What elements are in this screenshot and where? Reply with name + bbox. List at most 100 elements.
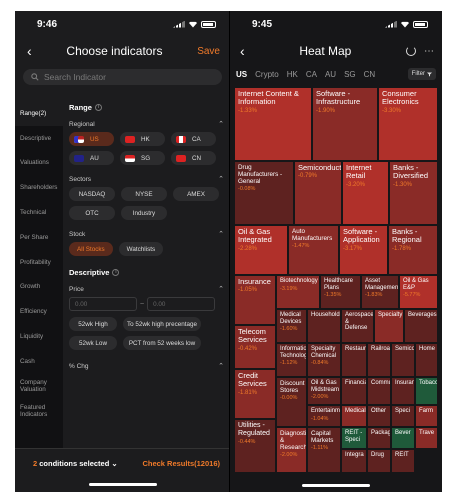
heatmap-tile-diagnostics-research[interactable]: Diagnostics & Research-2.00% (276, 427, 307, 473)
heatmap-tile-financial[interactable]: Financial (341, 377, 367, 405)
heatmap-tile-insurance[interactable]: Insurance (391, 377, 415, 405)
heatmap-tile-drug[interactable]: Drug (367, 449, 391, 473)
collapse-icon[interactable]: ⌃ (218, 285, 224, 293)
heatmap-tile-integra[interactable]: Integra (341, 449, 367, 473)
heatmap-tile-oil-gas-e-p[interactable]: Oil & Gas E&P -5.77% (399, 275, 438, 309)
sector-chip-nasdaq[interactable]: NASDAQ (69, 187, 115, 201)
stock-chip-all-stocks[interactable]: All Stocks (69, 242, 113, 256)
heatmap-tile-healthcare-plans[interactable]: Healthcare Plans -1.35% (320, 275, 361, 309)
collapse-icon[interactable]: ⌃ (218, 362, 224, 370)
heatmap-tile-discount-stores[interactable]: Discount Stores -0.00% (276, 377, 307, 427)
heatmap-tile-drug-manufacturers-general[interactable]: Drug Manufacturers - General -0.08% (234, 161, 294, 225)
price-chip-52wk-high[interactable]: 52wk High (69, 317, 117, 331)
price-chip-52wk-low[interactable]: 52wk Low (69, 336, 117, 350)
region-chip-sg[interactable]: SG (120, 151, 165, 165)
heatmap-tile-beverages[interactable]: Beverages (404, 309, 438, 343)
sector-chip-amex[interactable]: AMEX (173, 187, 219, 201)
tab-cn[interactable]: CN (364, 70, 376, 79)
search-input[interactable]: Search Indicator (23, 69, 222, 85)
heatmap-tile-semiconductors[interactable]: Semiconductors-0.79% (294, 161, 342, 225)
heatmap-tile-semiconductor[interactable]: Semiconductor (391, 343, 415, 377)
heatmap-tile-restaurants[interactable]: Restaurants (341, 343, 367, 377)
back-arrow-icon[interactable]: ‹ (27, 43, 32, 59)
sector-chip-nyse[interactable]: NYSE (121, 187, 167, 201)
heatmap-tile-medical-devices[interactable]: Medical Devices -1.60% (276, 309, 307, 343)
tab-hk[interactable]: HK (287, 70, 298, 79)
heatmap-tile-home[interactable]: Home (415, 343, 438, 377)
filter-button[interactable]: Filter (407, 68, 436, 80)
check-results-button[interactable]: Check Results(12016) (142, 459, 220, 468)
sidebar-item-growth[interactable]: Growth (15, 275, 63, 300)
tab-sg[interactable]: SG (344, 70, 356, 79)
tab-us[interactable]: US (236, 70, 247, 79)
sidebar-item-featured-indicators[interactable]: Featured Indicators (15, 399, 63, 424)
heatmap-tile-oil-gas-midstream[interactable]: Oil & Gas Midstream -2.00% (307, 377, 341, 405)
price-chip-pct-from-52-weeks-low[interactable]: PCT from 52 weeks low (123, 336, 201, 350)
heatmap-tile-internet-content-information[interactable]: Internet Content & Information -1.33% (234, 87, 312, 161)
sector-chip-industry[interactable]: Industry (121, 206, 167, 220)
heatmap-tile-trave[interactable]: Trave (415, 427, 438, 449)
sidebar-item-profitability[interactable]: Profitability (15, 250, 63, 275)
sidebar-item-descriptive[interactable]: Descriptive (15, 126, 63, 151)
heatmap-tile-banks-diversified[interactable]: Banks - Diversified -1.30% (389, 161, 438, 225)
tab-crypto[interactable]: Crypto (255, 70, 279, 79)
heatmap-tile-speci[interactable]: Speci (391, 405, 415, 427)
save-button[interactable]: Save (197, 46, 220, 57)
region-chip-ca[interactable]: CA (171, 132, 216, 146)
sidebar-item-liquidity[interactable]: Liquidity (15, 324, 63, 349)
heatmap-tile-reit[interactable]: REIT (391, 449, 415, 473)
sidebar-item-company-valuation[interactable]: Company Valuation (15, 374, 63, 399)
heatmap-tile-household[interactable]: Household (307, 309, 341, 343)
heatmap-tile-biotechnology[interactable]: Biotechnology -3.19% (276, 275, 320, 309)
sidebar-item-range-2[interactable]: Range(2) (15, 101, 63, 126)
heatmap-tile-medical[interactable]: Medical (341, 405, 367, 427)
sector-chip-otc[interactable]: OTC (69, 206, 115, 220)
heatmap-tile-information-technology[interactable]: Information Technology-1.12% (276, 343, 307, 377)
heatmap-tile-bever[interactable]: Bever (391, 427, 415, 449)
collapse-icon[interactable]: ⌃ (218, 175, 224, 183)
heatmap-tile-telecom-services[interactable]: Telecom Services -0.42% (234, 325, 276, 369)
info-icon[interactable]: i (94, 104, 102, 111)
heatmap-tile-software-application[interactable]: Software - Application -3.17% (339, 225, 388, 275)
heatmap-tile-other[interactable]: Other (367, 405, 391, 427)
heatmap-tile-insurance[interactable]: Insurance -1.05% (234, 275, 276, 325)
price-max-input[interactable]: 0.00 (147, 297, 216, 311)
heatmap-tile-reit-speci[interactable]: REIT - Speci (341, 427, 367, 449)
info-icon[interactable]: i (112, 269, 120, 276)
tab-ca[interactable]: CA (306, 70, 317, 79)
heatmap-tile-internet-retail[interactable]: Internet Retail -3.20% (342, 161, 389, 225)
heatmap-tile-specialty-chemical[interactable]: Specialty Chemical -0.84% (307, 343, 341, 377)
heatmap-tile-auto-manufacturers[interactable]: Auto Manufacturers -1.47% (288, 225, 339, 275)
sidebar-item-valuations[interactable]: Valuations (15, 151, 63, 176)
heatmap-tile-oil-gas-integrated[interactable]: Oil & Gas Integrated -2.28% (234, 225, 288, 275)
heatmap-tile-packag[interactable]: Packag (367, 427, 391, 449)
heatmap-tile-asset-management[interactable]: Asset Management -1.83% (361, 275, 399, 309)
region-chip-au[interactable]: AU (69, 151, 114, 165)
region-chip-cn[interactable]: CN (171, 151, 216, 165)
sidebar-item-efficiency[interactable]: Efficiency (15, 299, 63, 324)
tab-au[interactable]: AU (325, 70, 336, 79)
price-chip-to-52wk-high-precentage[interactable]: To 52wk high precentage (123, 317, 201, 331)
refresh-icon[interactable] (405, 46, 416, 56)
heatmap-tile-entertainment[interactable]: Entertainment-1.04% (307, 405, 341, 427)
heatmap-tile-banks-regional[interactable]: Banks - Regional -1.78% (388, 225, 438, 275)
heatmap-tile-specialty[interactable]: Specialty (374, 309, 404, 343)
back-arrow-icon[interactable]: ‹ (240, 43, 245, 59)
region-chip-us[interactable]: US (69, 132, 114, 146)
heatmap-tile-tobacco[interactable]: Tobacco (415, 377, 438, 405)
heatmap-tile-software-infrastructure[interactable]: Software - Infrastructure -1.90% (312, 87, 378, 161)
sidebar-item-cash[interactable]: Cash (15, 349, 63, 374)
collapse-icon[interactable]: ⌃ (218, 230, 224, 238)
stock-chip-watchlists[interactable]: Watchlists (118, 242, 164, 256)
heatmap-tile-credit-services[interactable]: Credit Services -1.81% (234, 369, 276, 419)
heatmap-tile-utilities-regulated[interactable]: Utilities - Regulated -0.44% (234, 419, 276, 473)
collapse-icon[interactable]: ⌃ (218, 120, 224, 128)
sidebar-item-per-share[interactable]: Per Share (15, 225, 63, 250)
price-min-input[interactable]: 0.00 (69, 297, 137, 311)
conditions-selected[interactable]: 2 conditions selected ⌄ (33, 459, 118, 468)
region-chip-hk[interactable]: HK (120, 132, 165, 146)
more-icon[interactable]: ⋯ (424, 46, 434, 57)
heatmap-tile-capital-markets[interactable]: Capital Markets -1.11% (307, 427, 341, 473)
heatmap-tile-consumer-electronics[interactable]: Consumer Electronics -3.30% (378, 87, 438, 161)
sidebar-item-shareholders[interactable]: Shareholders (15, 175, 63, 200)
